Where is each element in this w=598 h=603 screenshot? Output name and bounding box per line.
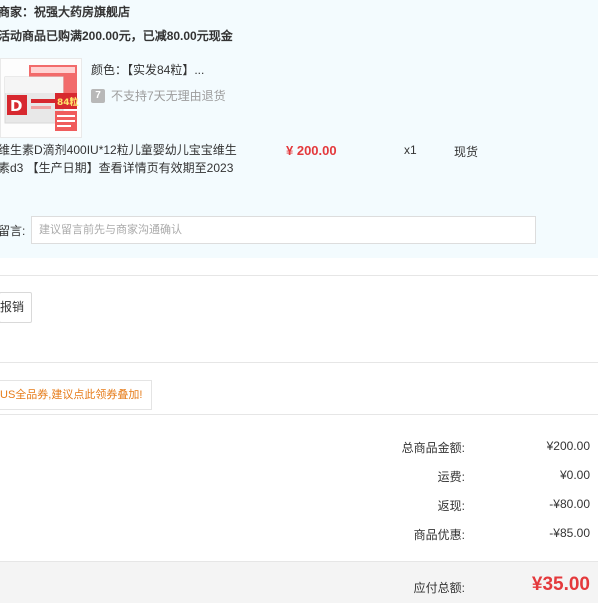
promo-text: 活动商品已购满200.00元，已减80.00元现金 — [0, 29, 233, 43]
summary-label: 总商品金额: — [401, 441, 465, 455]
total-amount: ¥35.00 — [531, 574, 590, 595]
summary-value: -¥80.00 — [549, 497, 590, 511]
summary-row-discount: 商品优惠: -¥85.00 — [0, 526, 598, 546]
order-block: 商家：祝强大药房旗舰店 活动商品已购满200.00元，已减80.00元现金 D … — [0, 0, 598, 258]
stock-status: 现货 — [454, 145, 479, 159]
no-return-icon: 7 — [91, 88, 105, 103]
summary-label: 运费: — [437, 470, 465, 484]
summary-row-cashback: 返现: -¥80.00 — [0, 497, 598, 517]
no-return-notice: 7 不支持7天无理由退货 — [91, 87, 226, 104]
summary-label: 商品优惠: — [413, 528, 465, 542]
remark-input[interactable] — [31, 216, 536, 244]
divider — [0, 414, 598, 415]
product-price: ¥ 200.00 — [286, 143, 337, 158]
product-title[interactable]: 维生素D滴剂400IU*12粒儿童婴幼儿宝宝维生素d3 【生产日期】查看详情页有… — [0, 141, 243, 177]
remark-label: 留言: — [0, 224, 26, 238]
coupon-tip-link[interactable]: US全品券,建议点此领券叠加! — [0, 380, 153, 410]
summary-label: 返现: — [437, 499, 465, 513]
summary-value: ¥200.00 — [546, 439, 590, 453]
invoice-button[interactable]: 报销 — [0, 292, 32, 323]
product-attribute: 颜色：【实发84粒】... — [91, 63, 205, 77]
total-label: 应付总额: — [413, 581, 465, 595]
shop-label: 商家：祝强大药房旗舰店 — [0, 5, 131, 19]
summary-row-goods-total: 总商品金额: ¥200.00 — [0, 439, 598, 459]
product-thumbnail[interactable]: D 84粒 — [0, 58, 82, 138]
summary-value: -¥85.00 — [549, 526, 590, 540]
order-confirm-page: 商家：祝强大药房旗舰店 活动商品已购满200.00元，已减80.00元现金 D … — [0, 0, 598, 603]
no-return-text: 不支持7天无理由退货 — [111, 89, 226, 103]
vitamin-d-box-icon: D 84粒 — [1, 59, 81, 137]
summary-value: ¥0.00 — [559, 468, 590, 482]
total-bar: 应付总额: ¥35.00 — [0, 561, 598, 603]
divider — [0, 275, 598, 276]
thumbnail-badge: 84粒 — [57, 96, 79, 108]
product-quantity: x1 — [404, 143, 417, 157]
summary-row-shipping: 运费: ¥0.00 — [0, 468, 598, 488]
divider — [0, 362, 598, 363]
svg-text:D: D — [10, 97, 22, 115]
